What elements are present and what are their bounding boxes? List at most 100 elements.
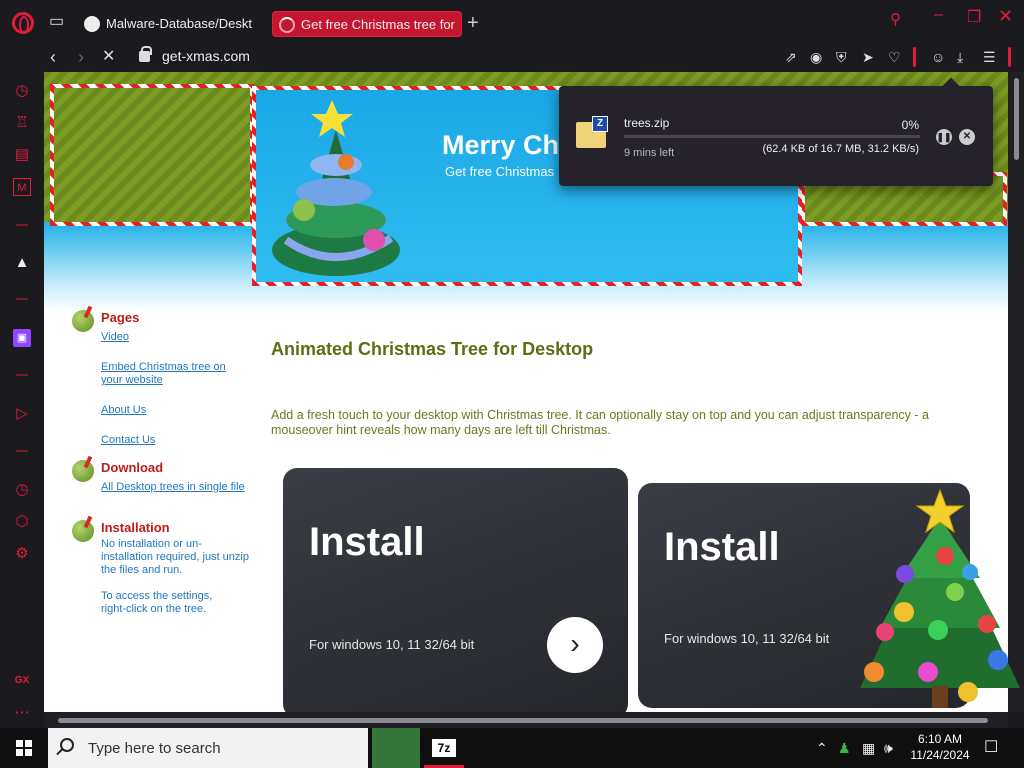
sidebar: ◷ ♖ ▤ M ▲ ▣ ▷ ◷ ⬡ ⚙ GX ⋯ (0, 72, 44, 728)
separator (16, 450, 28, 452)
screen: ▭ Malware-Database/Deskt Get free Christ… (0, 0, 1024, 768)
github-icon (84, 16, 100, 32)
clock-time: 6:10 AM (917, 732, 963, 746)
easy-setup-icon[interactable]: ☰ (983, 48, 996, 66)
loading-spinner-icon (279, 17, 295, 33)
download-progress-bar (624, 135, 920, 138)
nav-link-all-trees[interactable]: All Desktop trees in single file (101, 481, 251, 494)
address-bar: ‹ › ✕ get-xmas.com ⇗ ◉ ⛨ ➤ ♡ ☺ ⤓ ☰ (0, 44, 1024, 72)
download-eta: 9 mins left (624, 147, 675, 159)
tab-label: Malware-Database/Deskt (106, 16, 252, 31)
7zip-icon: 7z (432, 739, 456, 757)
banner-tree-image (272, 100, 400, 276)
nav-link-video[interactable]: Video (101, 331, 129, 344)
ornament-icon (72, 460, 94, 482)
extensions-icon[interactable]: ⬡ (13, 513, 31, 531)
volume-icon[interactable]: 🕪 (884, 739, 893, 757)
settings-text: To access the settings, right-click on t… (101, 590, 213, 615)
clock[interactable]: 6:10 AM 11/24/2024 (906, 731, 974, 763)
url-field[interactable]: get-xmas.com (162, 48, 250, 64)
card-subtitle: For windows 10, 11 32/64 bit (664, 631, 830, 646)
page-description: Add a fresh touch to your desktop with C… (271, 408, 929, 437)
separator (16, 224, 28, 226)
ornament-icon (72, 310, 94, 332)
lock-icon[interactable] (139, 46, 152, 62)
section-title: Installation (101, 520, 170, 535)
windows-start-icon[interactable] (16, 740, 32, 756)
chevron-right-icon[interactable]: › (547, 617, 603, 673)
aria-icon[interactable]: ▲ (13, 254, 31, 272)
banner-subtitle: Get free Christmas (445, 164, 555, 179)
card-title: Install (309, 520, 425, 564)
separator (16, 298, 28, 300)
close-button[interactable]: ✕ (998, 6, 1013, 27)
card-subtitle: For windows 10, 11 32/64 bit (309, 637, 475, 652)
people-icon[interactable]: ♟ (838, 739, 851, 757)
ornament-icon (72, 520, 94, 542)
search-placeholder: Type here to search (88, 740, 221, 757)
player-icon[interactable]: ▷ (13, 405, 31, 423)
tab-bar: ▭ Malware-Database/Deskt Get free Christ… (0, 0, 1024, 44)
more-icon[interactable]: ⋯ (13, 704, 31, 722)
network-icon[interactable]: ▦ (862, 739, 875, 757)
gx-mods-icon[interactable]: M (13, 178, 31, 196)
download-icon[interactable]: ⤓ (957, 48, 963, 66)
card-title: Install (664, 525, 780, 569)
taskbar: Type here to search 7z ⌃ ♟ ▦ 🕪 6:10 AM 1… (0, 728, 1024, 768)
download-filename[interactable]: trees.zip (624, 116, 669, 130)
notifications-icon[interactable]: ☐ (984, 739, 998, 757)
nav-link-contact[interactable]: Contact Us (101, 434, 155, 447)
ai-icon[interactable]: ♖ (13, 114, 31, 132)
stop-loading-button[interactable]: ✕ (102, 46, 115, 68)
scrollbar-thumb[interactable] (58, 718, 988, 723)
camera-icon[interactable]: ◉ (810, 48, 822, 66)
minimize-button[interactable]: – (934, 6, 943, 24)
chevron-up-icon[interactable]: ⌃ (816, 739, 828, 757)
install-card[interactable]: Install For windows 10, 11 32/64 bit › (283, 468, 628, 712)
search-icon (60, 738, 74, 752)
twitch-icon[interactable]: ▣ (13, 329, 31, 347)
divider (913, 47, 916, 67)
scrollbar-thumb[interactable] (1014, 78, 1019, 160)
tab-github[interactable]: Malware-Database/Deskt (78, 11, 260, 37)
news-icon[interactable]: ▤ (13, 146, 31, 164)
download-popup: trees.zip 0% 9 mins left (62.4 KB of 16.… (559, 86, 993, 186)
download-stats: (62.4 KB of 16.7 MB, 31.2 KB/s) (762, 143, 919, 155)
profile-icon[interactable]: ☺ (931, 48, 945, 66)
shield-icon[interactable]: ⛨ (836, 48, 847, 66)
separator (16, 374, 28, 376)
tab-get-xmas[interactable]: Get free Christmas tree for (272, 11, 462, 37)
section-title: Pages (101, 310, 140, 325)
new-tab-button[interactable]: + (467, 12, 485, 34)
banner-frame-left (50, 84, 254, 226)
cancel-download-icon[interactable]: ✕ (959, 129, 975, 145)
search-tabs-icon[interactable]: ⚲ (890, 10, 901, 28)
heart-icon[interactable]: ♡ (888, 48, 901, 66)
forward-button[interactable]: › (78, 46, 84, 68)
settings-icon[interactable]: ⚙ (13, 545, 31, 563)
zip-file-icon (576, 116, 608, 148)
share-icon[interactable]: ⇗ (785, 48, 797, 66)
clock-date: 11/24/2024 (910, 748, 970, 762)
send-icon[interactable]: ➤ (862, 48, 874, 66)
pause-icon[interactable]: ❚❚ (936, 129, 952, 145)
divider (1008, 47, 1011, 67)
maximize-button[interactable]: ❐ (967, 7, 981, 27)
taskbar-app-thumbnail[interactable] (372, 728, 420, 768)
banner-title: Merry Chr (442, 130, 570, 160)
history-icon[interactable]: ◷ (13, 481, 31, 499)
tab-label: Get free Christmas tree for (301, 17, 455, 32)
taskbar-search[interactable]: Type here to search (48, 728, 368, 768)
download-percent: 0% (901, 118, 919, 132)
section-title: Download (101, 460, 164, 475)
tab-islands-icon[interactable]: ▭ (49, 12, 64, 32)
install-text: No installation or un-installation requi… (101, 538, 249, 576)
speed-dial-icon[interactable]: ◷ (13, 82, 31, 100)
opera-menu-icon[interactable] (12, 12, 34, 34)
taskbar-app-7zip[interactable]: 7z (424, 728, 464, 768)
nav-link-about[interactable]: About Us (101, 404, 146, 417)
nav-link-embed[interactable]: Embed Christmas tree on your website (101, 361, 249, 387)
desktop-tree-overlay[interactable] (850, 488, 1024, 720)
gx-icon[interactable]: GX (13, 672, 31, 690)
back-button[interactable]: ‹ (50, 46, 56, 68)
